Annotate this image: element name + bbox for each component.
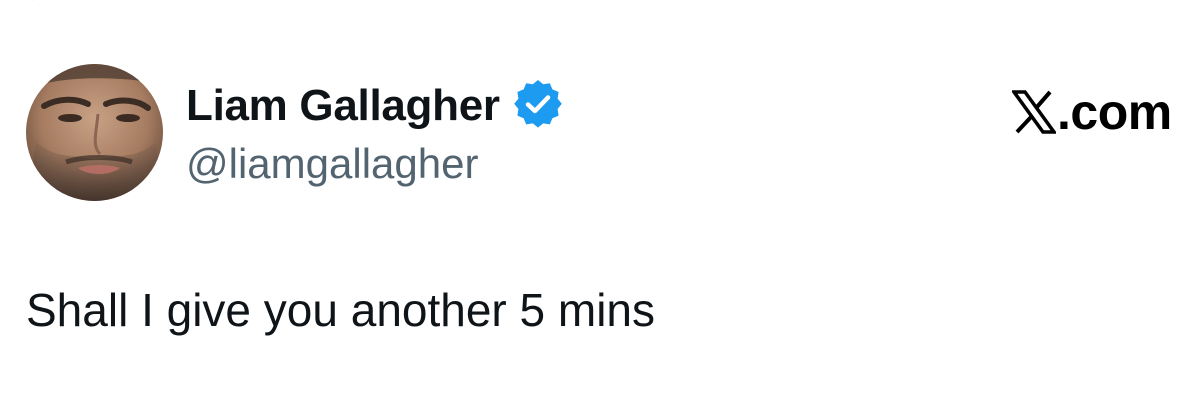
tweet-card: Liam Gallagher @liamgallagher .com Shall… [0,0,1199,408]
site-brand: .com [1012,84,1172,140]
x-logo-icon [1012,90,1056,134]
avatar-photo [26,64,163,201]
verified-badge-icon[interactable] [514,80,562,128]
cropped-icon-fragment [32,0,34,1]
site-brand-label: .com [1057,84,1172,140]
avatar[interactable] [26,64,163,201]
author-display-name[interactable]: Liam Gallagher [186,80,500,132]
author-handle[interactable]: @liamgallagher [186,140,478,188]
tweet-text: Shall I give you another 5 mins [26,284,656,336]
